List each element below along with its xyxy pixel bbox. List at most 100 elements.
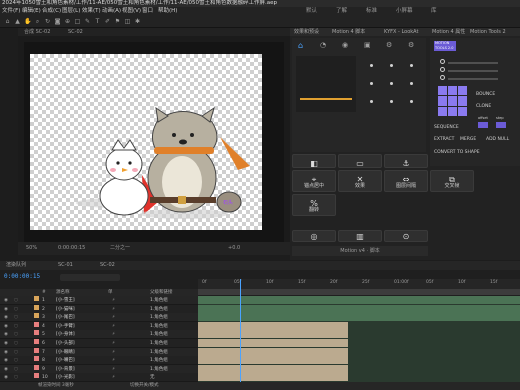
button-effects[interactable]: ✕ 效果 (338, 170, 382, 192)
rotate-tool-icon[interactable]: ↻ (44, 18, 51, 25)
ruler-tick-label: 15f (298, 280, 306, 285)
viewer-timecode[interactable]: 0:00:00:15 (58, 242, 85, 255)
menu-edit[interactable]: 编辑(E) (22, 7, 41, 16)
label-color-swatch[interactable] (34, 373, 39, 379)
layer-duration-bar[interactable] (198, 339, 348, 347)
eraser-tool-icon[interactable]: ◫ (124, 18, 131, 25)
workspace-learn[interactable]: 了解 (336, 7, 347, 16)
tab-motion4[interactable]: Motion 4 脚本 (332, 28, 365, 36)
pen-tool-icon[interactable]: ✎ (84, 18, 91, 25)
toggle-switches[interactable]: 切换开关/模式 (130, 382, 159, 390)
exposure-value[interactable]: +0.0 (228, 242, 240, 255)
viewer-controls: 50% 0:00:00:15 二分之一 +0.0 (18, 242, 290, 255)
button-layer-spacing[interactable]: ⇔ 图层间隔 (384, 170, 428, 192)
time-ruler[interactable]: 0f 05f 10f 15f 20f 25f 01:00f 05f 10f 15f (198, 279, 520, 289)
layer-duration-bar[interactable] (198, 347, 348, 356)
stamp-tool-icon[interactable]: ⚑ (114, 18, 121, 25)
timeline-timecode[interactable]: 0:00:00:15 (4, 273, 40, 280)
pan-behind-icon[interactable]: ⊕ (64, 18, 71, 25)
zoom-level[interactable]: 50% (26, 242, 37, 255)
label-color-swatch[interactable] (34, 304, 39, 310)
layer-duration-bar[interactable] (198, 356, 348, 365)
tab-render-queue[interactable]: 渲染队列 (6, 261, 26, 270)
menu-view[interactable]: 视图(V) (122, 7, 141, 16)
label-color-swatch[interactable] (34, 313, 39, 319)
label-color-swatch[interactable] (34, 347, 39, 353)
button-preset-1[interactable]: ◎ (292, 230, 336, 242)
clone-label[interactable]: CLONE (476, 104, 491, 109)
zoom-tool-icon[interactable]: ⌕ (34, 18, 41, 25)
workspace-default[interactable]: 默认 (306, 7, 317, 16)
layer-duration-bar[interactable] (198, 296, 520, 304)
workspace-standard[interactable]: 标准 (366, 7, 377, 16)
button-preset-3[interactable]: ⊙ (384, 230, 428, 242)
menu-comp[interactable]: 合成(C) (42, 7, 61, 16)
tab-sc02-timeline[interactable]: SC-02 (100, 261, 115, 270)
tab-effects-presets[interactable]: 效果和预设 (294, 28, 319, 36)
resolution-select[interactable]: 二分之一 (110, 242, 130, 255)
merge-button[interactable]: MERGE (460, 137, 476, 142)
tools-tab-icon[interactable]: ⚙ (386, 41, 392, 49)
work-area-bar[interactable] (198, 289, 520, 295)
anchor-grid[interactable] (362, 56, 422, 112)
layer-duration-bar[interactable] (198, 330, 348, 339)
ease-tab-icon[interactable]: ◔ (320, 41, 326, 49)
camera-tool-icon[interactable]: ◙ (54, 18, 61, 25)
button-sequence[interactable]: ▭ (338, 154, 382, 168)
convert-shape-button[interactable]: CONVERT TO SHAPE (434, 150, 480, 155)
composition-viewer[interactable]: 石头 (24, 42, 284, 242)
layer-duration-bar[interactable] (198, 304, 520, 313)
select-tool-icon[interactable]: ▲ (14, 18, 21, 25)
button-preset-2[interactable]: ▥ (338, 230, 382, 242)
workspace-library[interactable]: 库 (431, 7, 437, 16)
tab-kyfx[interactable]: KYFX - LookAt (384, 28, 418, 36)
tab-motion4-props[interactable]: Motion 4 属性 (432, 28, 465, 36)
button-anchor[interactable]: ⚓ (384, 154, 428, 168)
button-anchor-center[interactable]: ⌖ 锚点居中 (292, 170, 336, 192)
layer-duration-bar[interactable] (198, 364, 348, 373)
align-tab-icon[interactable]: ▣ (364, 41, 371, 49)
button-cross-frame[interactable]: ⧉ 交叉帧 (430, 170, 474, 192)
label-color-swatch[interactable] (34, 339, 39, 344)
layer-duration-bar[interactable] (198, 313, 520, 322)
playhead[interactable] (240, 279, 241, 390)
button-trim[interactable]: ◧ (292, 154, 336, 168)
layer-search-input[interactable] (60, 274, 120, 281)
menu-anim[interactable]: 动画(A) (102, 7, 121, 16)
menu-layer[interactable]: 图层(L) (62, 7, 80, 16)
workspace-small[interactable]: 小屏幕 (396, 7, 413, 16)
extract-button[interactable]: EXTRACT (434, 137, 454, 142)
menu-help[interactable]: 帮助(H) (158, 7, 177, 16)
ruler-tick-label: 20f (330, 280, 338, 285)
distribution-grid[interactable] (438, 86, 468, 116)
tab-sc02[interactable]: SC-02 (68, 28, 83, 36)
add-null-button[interactable]: ADD NULL (486, 137, 509, 142)
home-tab-icon[interactable]: ⌂ (298, 41, 303, 50)
text-tool-icon[interactable]: T (94, 18, 101, 25)
tab-motion-tools-2[interactable]: Motion Tools 2 (470, 28, 506, 36)
label-color-swatch[interactable] (34, 364, 39, 370)
puppet-tool-icon[interactable]: ✱ (134, 18, 141, 25)
label-color-swatch[interactable] (34, 330, 39, 336)
home-icon[interactable]: ⌂ (4, 18, 11, 25)
hand-tool-icon[interactable]: ✋ (24, 18, 31, 25)
bounce-label[interactable]: BOUNCE (476, 92, 495, 97)
label-color-swatch[interactable] (34, 356, 39, 362)
menu-file[interactable]: 文件(F) (2, 7, 20, 16)
layer-duration-bar[interactable] (198, 321, 348, 330)
settings-tab-icon[interactable]: ⚙ (408, 41, 414, 49)
rect-tool-icon[interactable]: □ (74, 18, 81, 25)
ease-graph[interactable] (296, 56, 356, 112)
sequence-button[interactable]: SEQUENCE (434, 125, 459, 130)
tab-sc01[interactable]: SC-01 (58, 261, 73, 270)
menu-effect[interactable]: 效果(T) (82, 7, 101, 16)
graph-tab-icon[interactable]: ◉ (342, 41, 348, 49)
layer-duration-bar[interactable] (198, 373, 348, 382)
brush-tool-icon[interactable]: ✐ (104, 18, 111, 25)
button-flip[interactable]: % 翻转 (292, 194, 336, 216)
label-color-swatch[interactable] (34, 296, 39, 301)
timeline-tabs: 渲染队列 SC-01 SC-02 (0, 261, 520, 270)
menu-window[interactable]: 窗口 (142, 7, 153, 16)
tab-composition[interactable]: 合成 SC-02 (24, 28, 50, 36)
label-color-swatch[interactable] (34, 321, 39, 327)
